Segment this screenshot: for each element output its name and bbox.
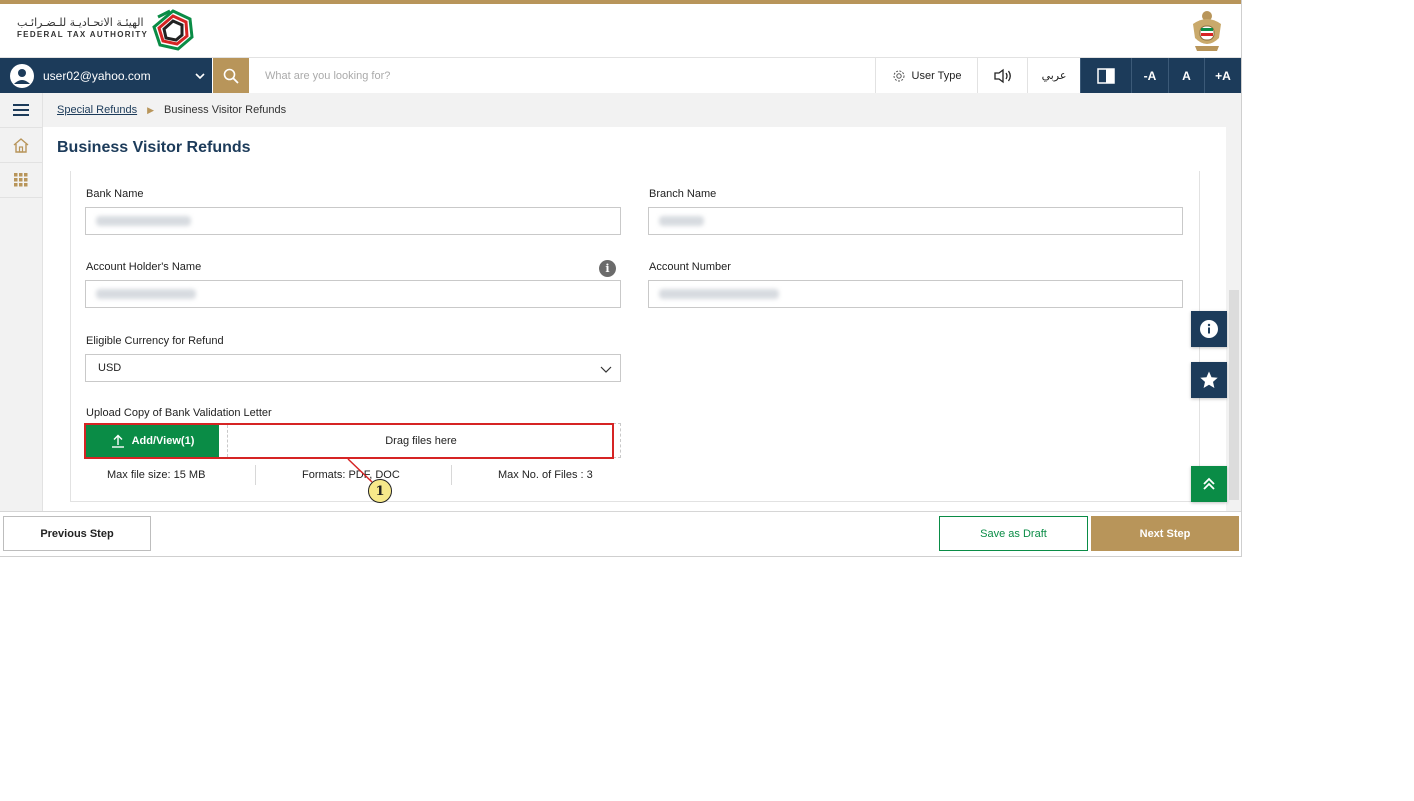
- footer-bar: Previous Step Save as Draft Next Step: [0, 511, 1241, 556]
- currency-select[interactable]: USD: [85, 354, 621, 382]
- previous-step-button[interactable]: Previous Step: [3, 516, 151, 551]
- uae-emblem-icon: [1193, 11, 1221, 51]
- currency-label: Eligible Currency for Refund: [86, 335, 224, 347]
- upload-icon: [111, 434, 124, 448]
- chevron-down-icon: [600, 366, 612, 373]
- branch-name-label: Branch Name: [649, 188, 717, 200]
- account-holder-redacted-value: [96, 289, 196, 299]
- rail-apps[interactable]: [0, 163, 42, 198]
- account-holder-label: Account Holder's Name: [86, 261, 202, 273]
- fta-logo-icon[interactable]: [150, 7, 196, 53]
- account-holder-field[interactable]: [85, 280, 621, 308]
- scroll-to-top-button[interactable]: [1191, 466, 1227, 502]
- search-button[interactable]: [213, 58, 249, 93]
- search-input[interactable]: [250, 58, 874, 93]
- contrast-icon: [1097, 67, 1115, 84]
- contrast-toggle[interactable]: [1080, 58, 1131, 93]
- language-toggle[interactable]: عربي: [1027, 58, 1080, 93]
- user-email: user02@yahoo.com: [43, 68, 151, 83]
- font-decrease-button[interactable]: -A: [1131, 58, 1168, 93]
- account-number-field[interactable]: [648, 280, 1183, 308]
- breadcrumb-arrow-icon: ▶: [147, 104, 155, 115]
- logo-arabic-text: الهيئـة الاتحـاديـة للـضـرائـب: [17, 16, 144, 29]
- account-number-label: Account Number: [649, 261, 731, 273]
- chevron-down-icon: [195, 72, 205, 79]
- breadcrumb-current: Business Visitor Refunds: [164, 104, 287, 116]
- logo-header: الهيئـة الاتحـاديـة للـضـرائـب FEDERAL T…: [0, 4, 1241, 56]
- drag-files-text[interactable]: Drag files here: [227, 425, 614, 457]
- branch-name-field[interactable]: [648, 207, 1183, 235]
- gear-icon: [893, 70, 905, 81]
- account-number-redacted-value: [659, 289, 779, 299]
- add-view-button[interactable]: Add/View(1): [86, 425, 219, 457]
- apps-grid-icon: [14, 173, 28, 187]
- scrollbar-thumb[interactable]: [1229, 290, 1239, 500]
- user-type-label: User Type: [911, 69, 962, 82]
- user-menu[interactable]: user02@yahoo.com: [0, 58, 212, 93]
- currency-value: USD: [98, 362, 122, 374]
- max-file-size: Max file size: 15 MB: [107, 469, 206, 481]
- speaker-icon: [993, 68, 1011, 83]
- home-icon: [13, 137, 29, 153]
- user-type-button[interactable]: User Type: [875, 58, 977, 93]
- double-chevron-up-icon: [1203, 477, 1215, 490]
- max-files: Max No. of Files : 3: [498, 469, 593, 481]
- info-icon[interactable]: i: [599, 260, 616, 277]
- floating-favorite-button[interactable]: [1191, 362, 1227, 398]
- divider: [451, 465, 452, 485]
- breadcrumb-special-refunds[interactable]: Special Refunds: [57, 104, 137, 116]
- step-callout-badge: 1: [368, 479, 392, 503]
- user-avatar-icon: [10, 63, 34, 88]
- add-view-label: Add/View(1): [131, 435, 195, 447]
- info-icon: [1200, 320, 1218, 338]
- branch-name-redacted-value: [659, 216, 704, 226]
- font-normal-button[interactable]: A: [1168, 58, 1204, 93]
- breadcrumb: Special Refunds ▶ Business Visitor Refun…: [43, 93, 1241, 127]
- hamburger-icon: [13, 104, 29, 116]
- search-icon: [223, 68, 239, 84]
- text-to-speech-button[interactable]: [977, 58, 1027, 93]
- rail-home[interactable]: [0, 128, 42, 163]
- logo-english-text: FEDERAL TAX AUTHORITY: [17, 30, 149, 39]
- bank-name-label: Bank Name: [86, 188, 144, 200]
- divider: [255, 465, 256, 485]
- menu-toggle[interactable]: [0, 93, 42, 128]
- save-draft-button[interactable]: Save as Draft: [939, 516, 1088, 551]
- floating-info-button[interactable]: [1191, 311, 1227, 347]
- font-increase-button[interactable]: +A: [1204, 58, 1241, 93]
- page-title: Business Visitor Refunds: [57, 139, 251, 156]
- star-icon: [1200, 371, 1218, 388]
- bank-name-redacted-value: [96, 216, 191, 226]
- app-window: الهيئـة الاتحـاديـة للـضـرائـب FEDERAL T…: [0, 0, 1242, 557]
- bank-name-field[interactable]: [85, 207, 621, 235]
- left-rail: [0, 93, 43, 511]
- top-navbar: user02@yahoo.com User Type: [0, 57, 1241, 94]
- next-step-button[interactable]: Next Step: [1091, 516, 1239, 551]
- upload-label: Upload Copy of Bank Validation Letter: [86, 407, 272, 419]
